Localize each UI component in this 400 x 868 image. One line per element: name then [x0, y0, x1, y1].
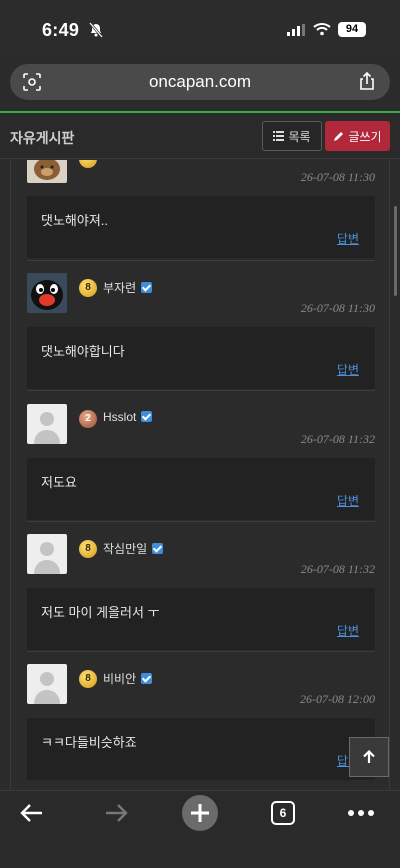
- author-name[interactable]: 작심만일: [103, 542, 147, 556]
- comment-date: 26-07-08 12:00: [300, 692, 375, 706]
- comment-list: 26-07-08 11:30 댓노해야져.. 답변 8 부자련 26-07-08…: [10, 160, 390, 790]
- rank-badge: 8: [79, 279, 97, 297]
- comment-date: 26-07-08 11:32: [300, 562, 375, 576]
- comment-divider: [27, 521, 375, 522]
- tab-switcher-button[interactable]: 6: [271, 801, 295, 825]
- penguin-avatar-icon: [27, 273, 67, 313]
- scroll-to-top-button[interactable]: [349, 737, 389, 777]
- avatar: [27, 404, 67, 444]
- list-button-label: 목록: [288, 129, 311, 144]
- plus-icon: [191, 804, 209, 822]
- default-avatar-icon: [27, 534, 67, 574]
- comment-text: 저도 마이 게을러서 ㅜ: [41, 605, 160, 620]
- avatar: [27, 664, 67, 704]
- comment-date: 26-07-08 11:30: [300, 170, 375, 184]
- comment-body: 댓노해야져.. 답변: [27, 196, 375, 258]
- comment-body: 저도요 답변: [27, 458, 375, 520]
- avatar: [27, 273, 67, 313]
- status-bar: 6:49 94: [0, 0, 400, 58]
- list-button[interactable]: 목록: [262, 121, 322, 151]
- comment-date: 26-07-08 11:30: [300, 301, 375, 315]
- reply-link[interactable]: 답변: [337, 492, 359, 509]
- comment-date: 26-07-08 11:32: [300, 432, 375, 446]
- pencil-icon: [334, 131, 344, 141]
- comment-divider: [27, 651, 375, 652]
- comment-text: 댓노해야합니다: [41, 344, 125, 359]
- verified-check-icon: [141, 282, 153, 293]
- forward-arrow-icon[interactable]: [104, 801, 128, 825]
- write-button[interactable]: 글쓰기: [325, 121, 390, 151]
- author-name[interactable]: 비비안: [103, 672, 136, 686]
- write-button-label: 글쓰기: [348, 129, 382, 144]
- verified-check-icon: [141, 411, 153, 422]
- comment-author[interactable]: 비비안: [103, 670, 153, 687]
- brown-bear-avatar-icon: [27, 160, 67, 183]
- rank-badge: 8: [79, 540, 97, 558]
- reply-link[interactable]: 답변: [337, 361, 359, 378]
- comment-text: ㅋㅋ다들비슷하죠: [41, 735, 137, 750]
- more-options-icon[interactable]: [348, 801, 374, 825]
- wifi-icon: [313, 23, 331, 36]
- board-header: 자유게시판 목록 글쓰기: [0, 113, 400, 159]
- cellular-signal-icon: [287, 24, 305, 36]
- comment-body: 저도 마이 게을러서 ㅜ 답변: [27, 588, 375, 650]
- bell-slash-icon: [89, 22, 103, 38]
- comment-text: 댓노해야져..: [41, 213, 109, 228]
- rank-badge: 8: [79, 670, 97, 688]
- arrow-up-icon: [363, 750, 375, 763]
- verified-check-icon: [141, 673, 153, 684]
- url-domain[interactable]: oncapan.com: [10, 72, 390, 92]
- back-arrow-icon[interactable]: [20, 801, 44, 825]
- rank-badge: [79, 160, 97, 168]
- new-tab-button[interactable]: [182, 795, 218, 831]
- comment-author[interactable]: 작심만일: [103, 540, 164, 557]
- comment-divider: [27, 260, 375, 261]
- comment-body: ㅋㅋ다들비슷하죠 답변: [27, 718, 375, 780]
- reply-link[interactable]: 답변: [337, 622, 359, 639]
- author-name[interactable]: 부자련: [103, 281, 136, 295]
- list-icon: [273, 131, 285, 141]
- comment-author[interactable]: 부자련: [103, 279, 153, 296]
- browser-toolbar: 6: [0, 790, 400, 868]
- address-bar[interactable]: oncapan.com: [10, 64, 390, 100]
- comment-body: 댓노해야합니다 답변: [27, 327, 375, 389]
- reply-link[interactable]: 답변: [337, 230, 359, 247]
- comment-divider: [27, 390, 375, 391]
- share-icon[interactable]: [358, 71, 376, 91]
- verified-check-icon: [152, 543, 164, 554]
- default-avatar-icon: [27, 404, 67, 444]
- battery-icon: 94: [338, 22, 366, 37]
- scrollbar[interactable]: [394, 206, 397, 296]
- default-avatar-icon: [27, 664, 67, 704]
- board-title: 자유게시판: [10, 130, 75, 146]
- rank-badge: 2: [79, 410, 97, 428]
- avatar: [27, 160, 67, 183]
- author-name[interactable]: Hsslot: [103, 410, 136, 424]
- comment-author[interactable]: Hsslot: [103, 410, 153, 424]
- status-time: 6:49: [42, 20, 80, 40]
- avatar: [27, 534, 67, 574]
- comment-text: 저도요: [41, 475, 77, 490]
